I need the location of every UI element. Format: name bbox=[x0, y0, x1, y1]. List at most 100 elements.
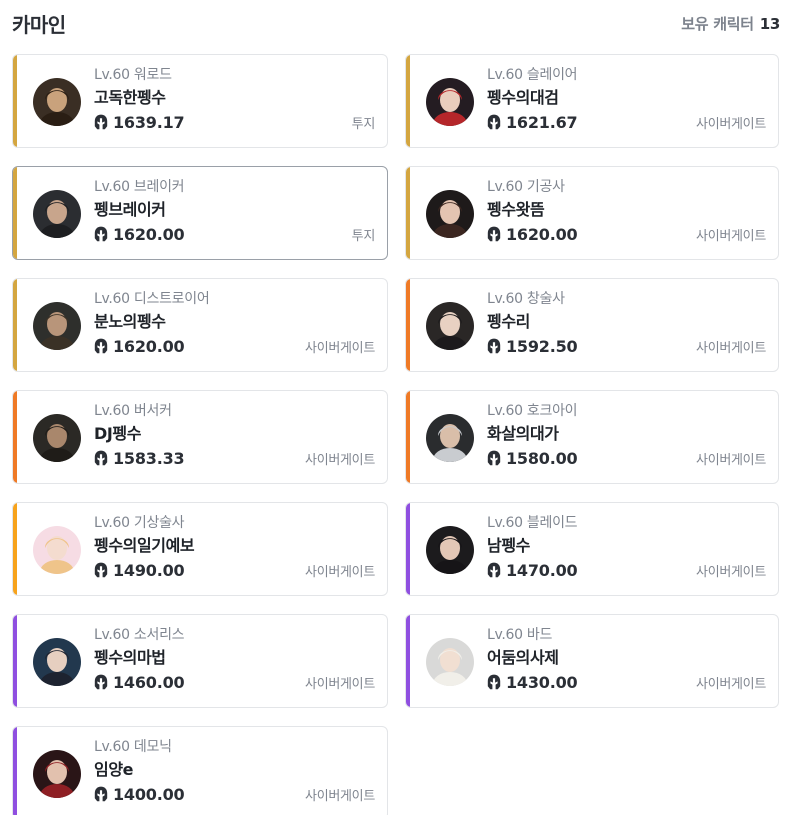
character-info: Lv.60 디스트로이어 분노의펭수 1620.00 사이버게이트 bbox=[94, 289, 375, 358]
server-header: 카마인 보유 캐릭터 13 bbox=[12, 8, 780, 38]
character-card[interactable]: Lv.60 호크아이 화살의대가 1580.00 사이버게이트 bbox=[405, 390, 779, 484]
item-level-value: 1430.00 bbox=[506, 672, 578, 692]
tier-bar bbox=[406, 279, 410, 371]
guild-name: 사이버게이트 bbox=[696, 564, 766, 580]
character-avatar bbox=[426, 302, 474, 350]
character-level-class: Lv.60 슬레이어 bbox=[487, 67, 578, 83]
character-info: Lv.60 슬레이어 펭수의대검 1621.67 사이버게이트 bbox=[487, 65, 766, 134]
item-level-value: 1583.33 bbox=[113, 448, 185, 468]
tier-bar bbox=[13, 167, 17, 259]
guild-name: 사이버게이트 bbox=[305, 676, 375, 692]
item-level: 1639.17 bbox=[94, 112, 185, 132]
character-stats-row: 1621.67 사이버게이트 bbox=[487, 110, 766, 134]
character-name: DJ펭수 bbox=[94, 424, 142, 443]
item-level: 1490.00 bbox=[94, 560, 185, 580]
character-card[interactable]: Lv.60 워로드고독한펭수 1639.17 투지 bbox=[12, 54, 388, 148]
character-level-class: Lv.60 디스트로이어 bbox=[94, 291, 210, 307]
character-info: Lv.60 워로드고독한펭수 1639.17 투지 bbox=[94, 65, 375, 134]
character-info: Lv.60 데모닉 임양e 1400.00 사이버게이트 bbox=[94, 737, 375, 806]
character-avatar bbox=[426, 78, 474, 126]
tier-bar bbox=[13, 55, 17, 147]
helmet-icon bbox=[487, 338, 501, 354]
guild-name: 투지 bbox=[351, 116, 376, 132]
character-avatar bbox=[33, 638, 81, 686]
guild-name: 사이버게이트 bbox=[696, 676, 766, 692]
character-info: Lv.60 브레이커 펭브레이커 1620.00 투지 bbox=[94, 177, 375, 246]
tier-bar bbox=[13, 503, 17, 595]
character-info: Lv.60 창술사펭수리 1592.50 사이버게이트 bbox=[487, 289, 766, 358]
item-level: 1400.00 bbox=[94, 784, 185, 804]
item-level-value: 1470.00 bbox=[506, 560, 578, 580]
helmet-icon bbox=[94, 562, 108, 578]
item-level-value: 1621.67 bbox=[506, 112, 578, 132]
guild-name: 사이버게이트 bbox=[696, 452, 766, 468]
guild-name: 투지 bbox=[351, 228, 376, 244]
character-stats-row: 1592.50 사이버게이트 bbox=[487, 334, 766, 358]
helmet-icon bbox=[94, 114, 108, 130]
character-avatar bbox=[33, 750, 81, 798]
character-name: 어둠의사제 bbox=[487, 648, 559, 667]
tier-bar bbox=[406, 503, 410, 595]
tier-bar bbox=[13, 615, 17, 707]
character-card[interactable]: Lv.60 버서커 DJ펭수 1583.33 사이버게이트 bbox=[12, 390, 388, 484]
helmet-icon bbox=[487, 562, 501, 578]
item-level: 1621.67 bbox=[487, 112, 578, 132]
character-grid: Lv.60 워로드고독한펭수 1639.17 투지 Lv.60 슬레이어 펭수의대검 16… bbox=[12, 54, 779, 815]
item-level: 1583.33 bbox=[94, 448, 185, 468]
item-level-value: 1592.50 bbox=[506, 336, 578, 356]
character-card[interactable]: Lv.60 소서리스 펭수의마법 1460.00 사이버게이트 bbox=[12, 614, 388, 708]
item-level-value: 1400.00 bbox=[113, 784, 185, 804]
character-level-class: Lv.60 브레이커 bbox=[94, 179, 185, 195]
character-level-class: Lv.60 버서커 bbox=[94, 403, 172, 419]
character-list-page: 카마인 보유 캐릭터 13 Lv.60 워로드 고독한펭수 1639.17 투지 Lv.6… bbox=[0, 0, 800, 815]
character-level-class: Lv.60 창술사 bbox=[487, 291, 565, 307]
character-stats-row: 1430.00 사이버게이트 bbox=[487, 670, 766, 694]
guild-name: 사이버게이트 bbox=[305, 452, 375, 468]
owned-count: 13 bbox=[759, 14, 781, 33]
character-card[interactable]: Lv.60 기상술사 펭수의일기예보 1490.00 사이버게이트 bbox=[12, 502, 388, 596]
character-avatar bbox=[33, 190, 81, 238]
character-info: Lv.60 버서커 DJ펭수 1583.33 사이버게이트 bbox=[94, 401, 375, 470]
character-avatar bbox=[426, 190, 474, 238]
character-info: Lv.60 기공사 펭수왓뜸 1620.00 사이버게이트 bbox=[487, 177, 766, 246]
character-card[interactable]: Lv.60 바드 어둠의사제 1430.00 사이버게이트 bbox=[405, 614, 779, 708]
character-avatar bbox=[426, 638, 474, 686]
character-info: Lv.60 바드 어둠의사제 1430.00 사이버게이트 bbox=[487, 625, 766, 694]
character-avatar bbox=[426, 414, 474, 462]
character-level-class: Lv.60 블레이드 bbox=[487, 515, 578, 531]
guild-name: 사이버게이트 bbox=[305, 788, 375, 804]
character-card[interactable]: Lv.60 블레이드 남펭수 1470.00 사이버게이트 bbox=[405, 502, 779, 596]
helmet-icon bbox=[487, 674, 501, 690]
item-level-value: 1580.00 bbox=[506, 448, 578, 468]
character-info: Lv.60 기상술사 펭수의일기예보 1490.00 사이버게이트 bbox=[94, 513, 375, 582]
character-name: 고독한펭수 bbox=[94, 88, 166, 107]
character-info: Lv.60 소서리스 펭수의마법 1460.00 사이버게이트 bbox=[94, 625, 375, 694]
character-card[interactable]: Lv.60 데모닉 임양e 1400.00 사이버게이트 bbox=[12, 726, 388, 815]
item-level-value: 1620.00 bbox=[113, 224, 185, 244]
character-stats-row: 1620.00 투지 bbox=[94, 222, 375, 246]
character-avatar bbox=[426, 526, 474, 574]
helmet-icon bbox=[487, 114, 501, 130]
character-card[interactable]: Lv.60 브레이커 펭브레이커 1620.00 투지 bbox=[12, 166, 388, 260]
character-card[interactable]: Lv.60 디스트로이어 분노의펭수 1620.00 사이버게이트 bbox=[12, 278, 388, 372]
guild-name: 사이버게이트 bbox=[696, 340, 766, 356]
item-level-value: 1490.00 bbox=[113, 560, 185, 580]
character-card[interactable]: Lv.60 기공사 펭수왓뜸 1620.00 사이버게이트 bbox=[405, 166, 779, 260]
item-level: 1460.00 bbox=[94, 673, 185, 692]
tier-bar bbox=[13, 391, 17, 483]
character-stats-row: 1470.00 사이버게이트 bbox=[487, 558, 766, 582]
helmet-icon bbox=[487, 226, 501, 242]
helmet-icon bbox=[94, 338, 108, 354]
character-card[interactable]: Lv.60 슬레이어 펭수의대검 1621.67 사이버게이트 bbox=[405, 54, 779, 148]
character-name: 펭수리 bbox=[487, 312, 530, 331]
item-level-value: 1639.17 bbox=[113, 112, 185, 132]
character-level-class: Lv.60 기공사 bbox=[487, 179, 565, 195]
guild-name: 사이버게이트 bbox=[305, 340, 375, 356]
character-card[interactable]: Lv.60 창술사펭수리 1592.50 사이버게이트 bbox=[405, 278, 779, 372]
character-stats-row: 1580.00 사이버게이트 bbox=[487, 446, 766, 470]
tier-bar bbox=[406, 55, 410, 147]
character-level-class: Lv.60 호크아이 bbox=[487, 403, 578, 419]
character-stats-row: 1620.00 사이버게이트 bbox=[94, 334, 375, 358]
tier-bar bbox=[406, 167, 410, 259]
character-level-class: Lv.60 워로드 bbox=[94, 67, 172, 83]
